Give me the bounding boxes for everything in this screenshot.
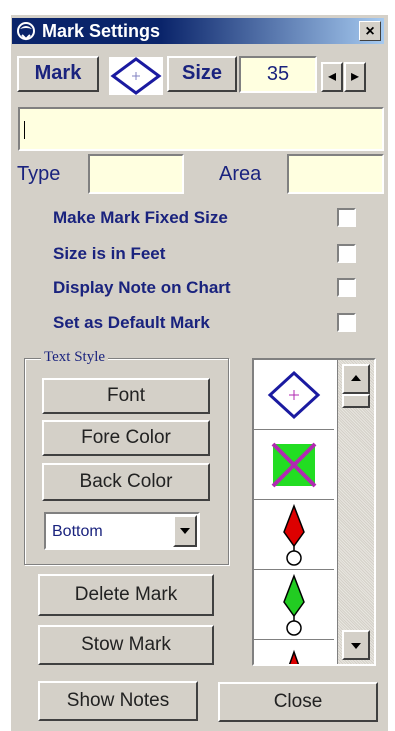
feet-label: Size is in Feet [53,244,166,263]
type-input[interactable] [88,154,184,194]
area-input[interactable] [287,154,384,194]
close-icon[interactable]: × [359,21,381,41]
title-bar[interactable]: Mark Settings × [12,18,384,44]
position-select-value: Bottom [52,523,103,540]
default-mark-checkbox[interactable] [337,313,356,332]
dropdown-button[interactable] [173,515,197,547]
red-buoy-icon [283,503,305,566]
mark-list-item[interactable] [254,500,334,570]
display-note-checkbox[interactable] [337,278,356,297]
chevron-down-icon [351,643,361,649]
stow-mark-button[interactable]: Stow Mark [38,625,214,665]
mark-list-item[interactable] [254,570,334,640]
font-button[interactable]: Font [42,378,210,414]
mark-list-item[interactable] [254,640,334,664]
app-icon [17,22,35,41]
size-increment-button[interactable]: ▸ [344,62,366,92]
x-box-icon [271,442,317,487]
scroll-down-button[interactable] [342,630,370,660]
text-style-title: Text Style [41,349,109,366]
delete-mark-button[interactable]: Delete Mark [38,574,214,616]
mark-label: Mark [17,56,99,92]
mark-list-items [254,360,338,664]
red-buoy-partial-icon [288,649,300,664]
type-label: Type [17,163,61,185]
scroll-thumb[interactable] [342,394,370,408]
back-color-button[interactable]: Back Color [42,463,210,501]
size-decrement-button[interactable]: ◂ [321,62,343,92]
size-label: Size [167,56,237,92]
size-input[interactable]: 35 [239,56,317,93]
scroll-up-button[interactable] [342,364,370,394]
green-buoy-icon [283,573,305,636]
fore-color-button[interactable]: Fore Color [42,420,210,456]
position-select[interactable]: Bottom [44,512,200,550]
note-input[interactable] [18,107,384,151]
chevron-down-icon [180,528,190,534]
window-title: Mark Settings [42,21,161,41]
fixed-size-label: Make Mark Fixed Size [53,208,228,227]
area-label: Area [219,163,262,185]
mark-preview[interactable] [109,57,163,95]
mark-list-scrollbar[interactable] [338,360,374,664]
display-note-label: Display Note on Chart [53,278,231,297]
close-button[interactable]: Close [218,682,378,722]
diamond-crosshair-icon [110,57,162,95]
fixed-size-checkbox[interactable] [337,208,356,227]
feet-checkbox[interactable] [337,244,356,263]
text-cursor [24,121,25,140]
diamond-crosshair-icon [267,370,321,419]
mark-list-item[interactable] [254,360,334,430]
chevron-up-icon [351,375,361,381]
mark-list-item[interactable] [254,430,334,500]
mark-list[interactable] [252,358,376,666]
default-mark-label: Set as Default Mark [53,313,210,332]
show-notes-button[interactable]: Show Notes [38,681,198,721]
